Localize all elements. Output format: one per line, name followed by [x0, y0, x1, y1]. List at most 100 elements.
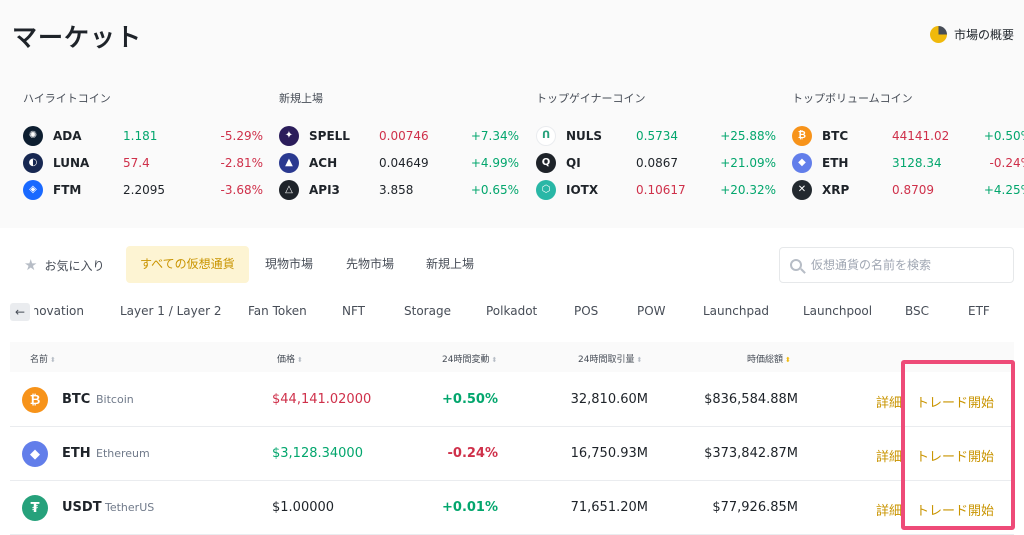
bitcoin-icon: ₿	[792, 125, 812, 146]
start-trade-link[interactable]: トレード開始	[916, 392, 994, 411]
coin-symbol: LUNA	[53, 155, 90, 170]
coin-symbol: ACH	[309, 155, 338, 170]
market-overview-panel: マーケット 市場の概要 ハイライトコイン ✺ ADA 1.181 -5.29% …	[0, 0, 1024, 228]
scroll-left-button[interactable]: ←	[10, 303, 30, 321]
category-pos[interactable]: POS	[574, 304, 598, 318]
category-bar: ← Innovation Layer 1 / Layer 2 Fan Token…	[0, 300, 1024, 324]
coin-price: 0.10617	[636, 182, 686, 197]
header-market-cap[interactable]: 時価総額 ⬍	[747, 352, 791, 365]
coin-change: +0.50%	[983, 128, 1024, 143]
category-pow[interactable]: POW	[637, 304, 666, 318]
highlight-coin-row[interactable]: ✦ SPELL 0.00746 +7.34%	[279, 122, 519, 149]
start-trade-link[interactable]: トレード開始	[916, 500, 994, 519]
category-polkadot[interactable]: Polkadot	[486, 304, 537, 318]
search-input[interactable]	[811, 258, 1001, 272]
coin-change: +0.65%	[470, 182, 519, 197]
highlight-coin-row[interactable]: ✕ XRP 0.8709 +4.25%	[792, 176, 1024, 203]
sort-icon: ⬍	[491, 356, 498, 364]
highlight-column: 新規上場 ✦ SPELL 0.00746 +7.34% ▲ ACH 0.0464…	[279, 90, 519, 203]
highlight-coin-row[interactable]: △ API3 3.858 +0.65%	[279, 176, 519, 203]
tab-spot-market[interactable]: 現物市場	[251, 246, 327, 283]
iotex-icon: ⬡	[536, 179, 556, 200]
coin-24h-change: +0.01%	[442, 500, 498, 515]
category-bsc[interactable]: BSC	[905, 304, 929, 318]
highlight-coin-row[interactable]: ✺ ADA 1.181 -5.29%	[23, 122, 263, 149]
highlight-column: トップボリュームコイン ₿ BTC 44141.02 +0.50% ◆ ETH …	[792, 90, 1024, 203]
market-overview-link[interactable]: 市場の概要	[929, 26, 1014, 43]
coin-price: $1.00000	[272, 500, 335, 515]
sort-icon: ⬍	[636, 356, 643, 364]
api3-icon: △	[279, 179, 299, 200]
search-box[interactable]	[779, 247, 1014, 283]
category-layer[interactable]: Layer 1 / Layer 2	[120, 304, 221, 318]
coin-change: +25.88%	[720, 128, 776, 143]
highlight-coin-row[interactable]: ₿ BTC 44141.02 +0.50%	[792, 122, 1024, 149]
coin-change: +4.25%	[983, 182, 1024, 197]
sort-icon: ⬍	[50, 356, 56, 364]
highlight-column-title: 新規上場	[279, 92, 323, 105]
category-nft[interactable]: NFT	[342, 304, 365, 318]
coin-price: 0.00746	[379, 128, 429, 143]
tab-all-crypto[interactable]: すべての仮想通貨	[126, 246, 249, 283]
table-header: 名前 ⬍ 価格 ⬍ 24時間変動 ⬍ 24時間取引量 ⬍ 時価総額 ⬍	[10, 342, 1014, 372]
table-row[interactable]: ₿ BTC Bitcoin $44,141.02000 +0.50% 32,81…	[10, 374, 1014, 427]
highlight-column-title: トップボリュームコイン	[792, 92, 913, 105]
bitcoin-icon: ₿	[22, 387, 48, 413]
coin-symbol: BTC	[822, 128, 849, 143]
category-etf[interactable]: ETF	[968, 304, 990, 318]
coin-change: -3.68%	[220, 182, 263, 197]
table-row[interactable]: ₮ USDT TetherUS $1.00000 +0.01% 71,651.2…	[10, 482, 1014, 535]
coin-price: $44,141.02000	[272, 392, 372, 407]
tab-new-listings[interactable]: 新規上場	[412, 246, 488, 283]
coin-price: 2.2095	[123, 182, 165, 197]
coin-symbol: API3	[309, 182, 340, 197]
header-price[interactable]: 価格 ⬍	[277, 352, 303, 365]
coin-symbol: ETH	[62, 446, 91, 461]
category-innovation[interactable]: Innovation	[34, 304, 84, 318]
favorites-tab[interactable]: ★ お気に入り	[24, 256, 104, 274]
table-row[interactable]: ◆ ETH Ethereum $3,128.34000 -0.24% 16,75…	[10, 428, 1014, 481]
coin-market-cap: $77,926.85M	[712, 500, 798, 515]
highlight-coin-row[interactable]: ▲ ACH 0.04649 +4.99%	[279, 149, 519, 176]
coin-market-cap: $836,584.88M	[704, 392, 798, 407]
category-storage[interactable]: Storage	[404, 304, 451, 318]
highlight-coin-row[interactable]: ◆ ETH 3128.34 -0.24%	[792, 149, 1024, 176]
coin-change: +7.34%	[470, 128, 519, 143]
coin-market-cap: $373,842.87M	[704, 446, 798, 461]
coin-symbol: XRP	[822, 182, 850, 197]
coin-name: TetherUS	[105, 501, 155, 514]
coin-price: 0.0867	[636, 155, 678, 170]
category-launchpool[interactable]: Launchpool	[803, 304, 872, 318]
ethereum-icon: ◆	[22, 441, 48, 467]
tab-futures-market[interactable]: 先物市場	[332, 246, 408, 283]
highlight-coin-row[interactable]: ᑎ NULS 0.5734 +25.88%	[536, 122, 776, 149]
coin-24h-change: -0.24%	[447, 446, 499, 461]
market-overview-label: 市場の概要	[953, 28, 1014, 42]
coin-24h-change: +0.50%	[442, 392, 498, 407]
tether-icon: ₮	[22, 495, 48, 521]
start-trade-link[interactable]: トレード開始	[916, 446, 994, 465]
detail-link[interactable]: 詳細	[876, 500, 902, 519]
header-24h-change[interactable]: 24時間変動 ⬍	[442, 352, 497, 365]
highlight-coin-row[interactable]: ◈ FTM 2.2095 -3.68%	[23, 176, 263, 203]
header-name[interactable]: 名前 ⬍	[30, 352, 56, 365]
coin-price: 0.8709	[892, 182, 934, 197]
xrp-icon: ✕	[792, 179, 812, 200]
highlight-column: ハイライトコイン ✺ ADA 1.181 -5.29% ◐ LUNA 57.4 …	[23, 90, 263, 203]
detail-link[interactable]: 詳細	[876, 392, 902, 411]
highlight-coin-row[interactable]: Q QI 0.0867 +21.09%	[536, 149, 776, 176]
header-24h-volume[interactable]: 24時間取引量 ⬍	[578, 352, 642, 365]
detail-link[interactable]: 詳細	[876, 446, 902, 465]
arrow-left-icon: ←	[14, 305, 26, 319]
coin-price: 1.181	[123, 128, 158, 143]
favorites-label: お気に入り	[44, 258, 105, 273]
highlight-coin-row[interactable]: ⬡ IOTX 0.10617 +20.32%	[536, 176, 776, 203]
category-launchpad[interactable]: Launchpad	[703, 304, 769, 318]
coin-change: -2.81%	[220, 155, 263, 170]
category-fan-token[interactable]: Fan Token	[248, 304, 307, 318]
highlight-coin-row[interactable]: ◐ LUNA 57.4 -2.81%	[23, 149, 263, 176]
coin-price: 3.858	[379, 182, 414, 197]
filter-bar: ★ お気に入り すべての仮想通貨 現物市場 先物市場 新規上場	[0, 246, 1024, 286]
coin-symbol: ETH	[822, 155, 849, 170]
terra-icon: ◐	[23, 152, 43, 173]
